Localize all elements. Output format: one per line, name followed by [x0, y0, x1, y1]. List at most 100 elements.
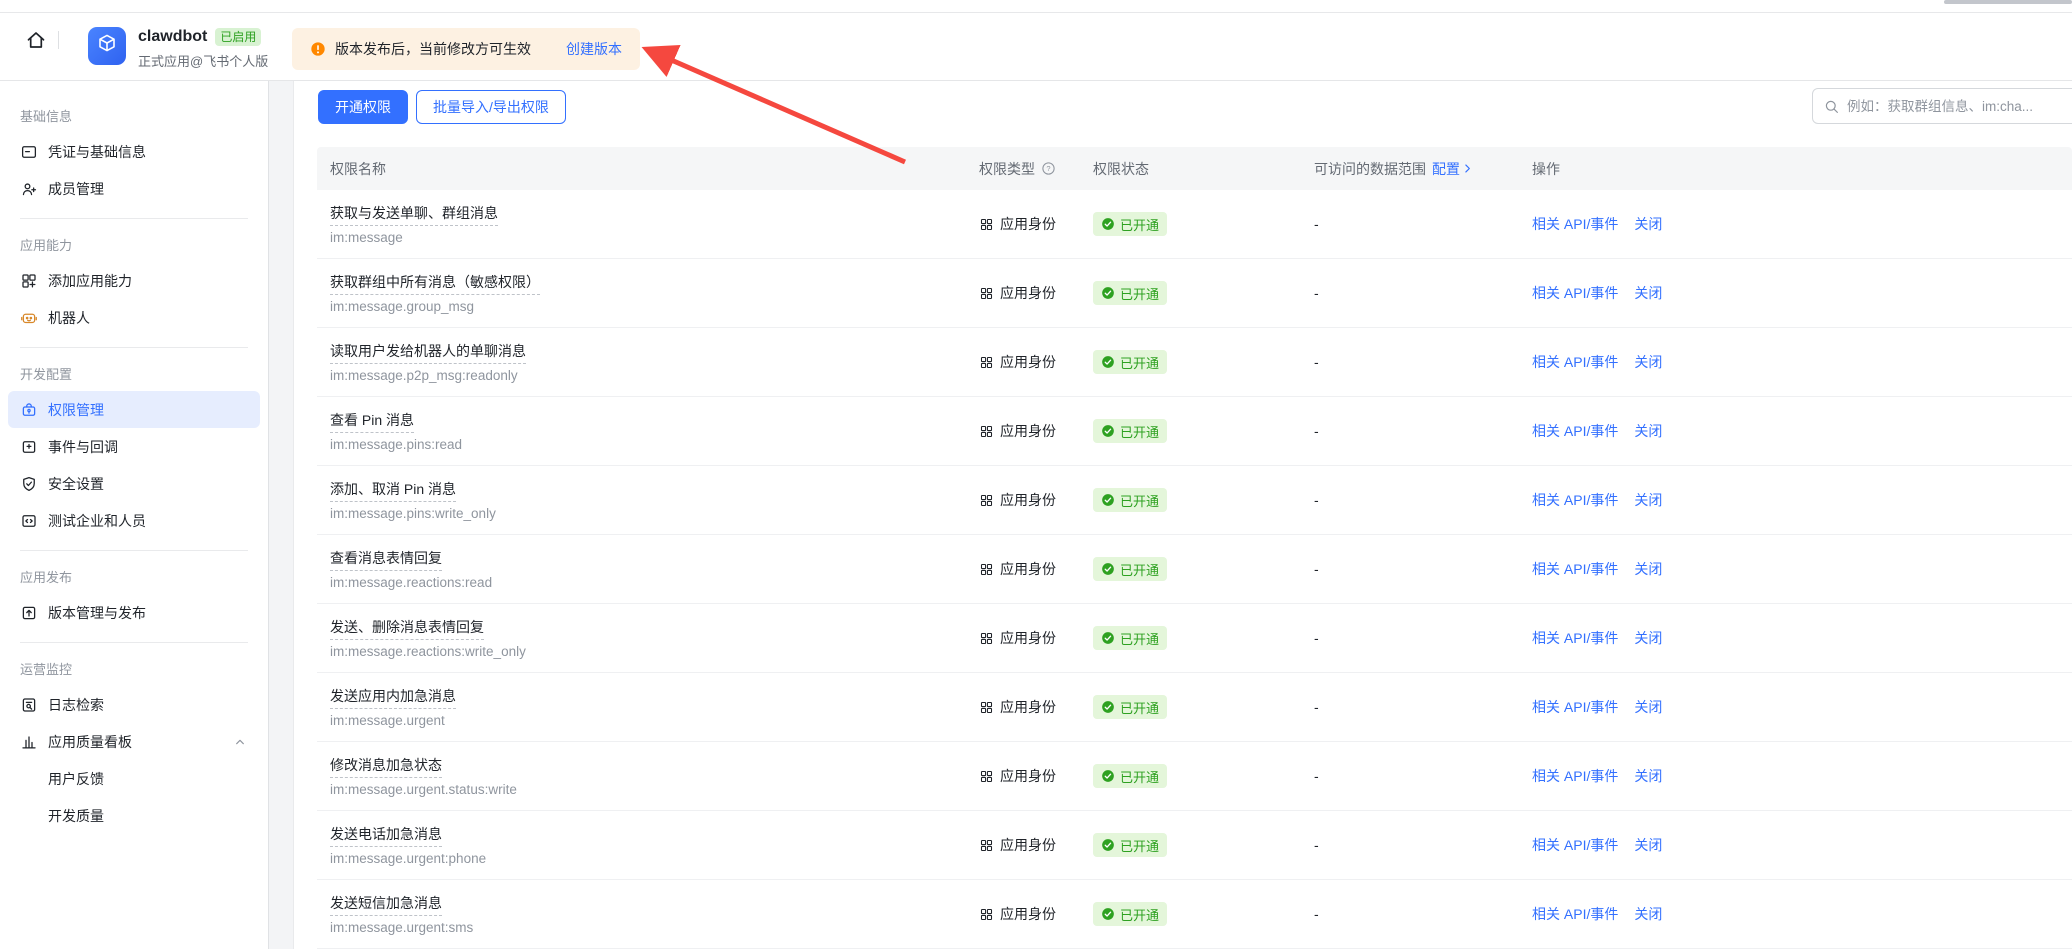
table-row: 获取与发送单聊、群组消息 im:message 应用身份 已开通 [317, 190, 2072, 259]
check-circle-icon [1101, 493, 1115, 507]
permission-title[interactable]: 修改消息加急状态 [330, 755, 442, 778]
close-permission-link[interactable]: 关闭 [1634, 628, 1662, 648]
related-api-link[interactable]: 相关 API/事件 [1532, 490, 1618, 510]
col-permission-status: 权限状态 [1093, 159, 1314, 179]
permission-type-label: 应用身份 [1000, 904, 1056, 924]
permission-status-cell: 已开通 [1093, 833, 1314, 857]
status-badge: 已开通 [1093, 212, 1167, 236]
permission-title[interactable]: 获取群组中所有消息（敏感权限） [330, 272, 540, 295]
permission-title[interactable]: 发送、删除消息表情回复 [330, 617, 484, 640]
event-icon [20, 438, 38, 456]
related-api-link[interactable]: 相关 API/事件 [1532, 835, 1618, 855]
close-permission-link[interactable]: 关闭 [1634, 214, 1662, 234]
permission-code: im:message [330, 230, 979, 245]
sidebar-item-label: 凭证与基础信息 [48, 142, 146, 162]
related-api-link[interactable]: 相关 API/事件 [1532, 628, 1618, 648]
permission-title[interactable]: 查看消息表情回复 [330, 548, 442, 571]
col-permission-type: 权限类型 ? [979, 159, 1093, 179]
check-circle-icon [1101, 700, 1115, 714]
related-api-link[interactable]: 相关 API/事件 [1532, 697, 1618, 717]
related-api-link[interactable]: 相关 API/事件 [1532, 766, 1618, 786]
toolbar: 开通权限 批量导入/导出权限 [294, 81, 2072, 124]
data-scope-cell: - [1314, 492, 1532, 508]
header-divider [58, 31, 59, 49]
app-console-page: clawdbot 已启用 正式应用@飞书个人版 版本发布后，当前修改方可生效 创… [0, 0, 2072, 949]
permission-title[interactable]: 发送电话加急消息 [330, 824, 442, 847]
close-permission-link[interactable]: 关闭 [1634, 559, 1662, 579]
release-icon [20, 604, 38, 622]
related-api-link[interactable]: 相关 API/事件 [1532, 421, 1618, 441]
permission-code: im:message.group_msg [330, 299, 979, 314]
permission-type-cell: 应用身份 [979, 559, 1093, 579]
check-circle-icon [1101, 631, 1115, 645]
sidebar-item[interactable]: 安全设置 [8, 465, 260, 502]
horizontal-scrollbar[interactable] [1944, 0, 2072, 4]
permission-type-cell: 应用身份 [979, 628, 1093, 648]
permission-search[interactable] [1812, 88, 2072, 124]
related-api-link[interactable]: 相关 API/事件 [1532, 214, 1618, 234]
sidebar-item[interactable]: 凭证与基础信息 [8, 133, 260, 170]
permission-code: im:message.urgent:phone [330, 851, 979, 866]
search-input[interactable] [1847, 99, 2072, 114]
permission-type-cell: 应用身份 [979, 214, 1093, 234]
close-permission-link[interactable]: 关闭 [1634, 421, 1662, 441]
sidebar-gutter[interactable] [268, 81, 294, 949]
actions-cell: 相关 API/事件 关闭 [1532, 904, 2072, 924]
batch-import-export-button[interactable]: 批量导入/导出权限 [416, 90, 566, 124]
sidebar-item[interactable]: 事件与回调 [8, 428, 260, 465]
open-permission-button[interactable]: 开通权限 [318, 90, 408, 124]
sidebar-item[interactable]: 权限管理 [8, 391, 260, 428]
close-permission-link[interactable]: 关闭 [1634, 352, 1662, 372]
close-permission-link[interactable]: 关闭 [1634, 283, 1662, 303]
sidebar-item-label: 添加应用能力 [48, 271, 132, 291]
related-api-link[interactable]: 相关 API/事件 [1532, 559, 1618, 579]
credential-icon [20, 143, 38, 161]
sidebar-item[interactable]: 测试企业和人员 [8, 502, 260, 539]
permission-name-cell: 发送应用内加急消息 im:message.urgent [330, 686, 979, 728]
banner-text: 版本发布后，当前修改方可生效 [335, 39, 531, 59]
sidebar-item[interactable]: 应用质量看板 [8, 723, 260, 760]
sidebar-nav: 基础信息凭证与基础信息成员管理应用能力添加应用能力机器人开发配置权限管理事件与回… [0, 81, 268, 949]
permission-title[interactable]: 添加、取消 Pin 消息 [330, 479, 456, 502]
permission-code: im:message.pins:read [330, 437, 979, 452]
related-api-link[interactable]: 相关 API/事件 [1532, 283, 1618, 303]
create-version-link[interactable]: 创建版本 [566, 39, 622, 59]
close-permission-link[interactable]: 关闭 [1634, 766, 1662, 786]
permission-status-cell: 已开通 [1093, 350, 1314, 374]
grid-icon [979, 838, 994, 853]
question-icon[interactable]: ? [1041, 161, 1056, 176]
permission-type-cell: 应用身份 [979, 697, 1093, 717]
related-api-link[interactable]: 相关 API/事件 [1532, 352, 1618, 372]
app-name: clawdbot [138, 28, 207, 46]
data-scope-cell: - [1314, 354, 1532, 370]
related-api-link[interactable]: 相关 API/事件 [1532, 904, 1618, 924]
sidebar-subitem[interactable]: 开发质量 [8, 797, 260, 834]
close-permission-link[interactable]: 关闭 [1634, 490, 1662, 510]
sidebar-item[interactable]: 机器人 [8, 299, 260, 336]
sidebar-item[interactable]: 成员管理 [8, 170, 260, 207]
chevron-up-icon[interactable] [232, 734, 248, 750]
permission-type-cell: 应用身份 [979, 766, 1093, 786]
shield-icon [20, 475, 38, 493]
sidebar-item[interactable]: 添加应用能力 [8, 262, 260, 299]
permission-title[interactable]: 发送应用内加急消息 [330, 686, 456, 709]
sidebar-item-label: 机器人 [48, 308, 90, 328]
table-row: 查看 Pin 消息 im:message.pins:read 应用身份 已开通 [317, 397, 2072, 466]
close-permission-link[interactable]: 关闭 [1634, 835, 1662, 855]
check-circle-icon [1101, 286, 1115, 300]
permission-title[interactable]: 查看 Pin 消息 [330, 410, 414, 433]
close-permission-link[interactable]: 关闭 [1634, 697, 1662, 717]
close-permission-link[interactable]: 关闭 [1634, 904, 1662, 924]
permission-title[interactable]: 读取用户发给机器人的单聊消息 [330, 341, 526, 364]
sidebar-item[interactable]: 日志检索 [8, 686, 260, 723]
sidebar-section-title: 运营监控 [0, 654, 268, 686]
permission-title[interactable]: 获取与发送单聊、群组消息 [330, 203, 498, 226]
sidebar-subitem[interactable]: 用户反馈 [8, 760, 260, 797]
configure-link[interactable]: 配置 [1432, 159, 1473, 179]
app-header: clawdbot 已启用 正式应用@飞书个人版 版本发布后，当前修改方可生效 创… [0, 14, 2072, 81]
sidebar-item[interactable]: 版本管理与发布 [8, 594, 260, 631]
grid-icon [979, 631, 994, 646]
permission-title[interactable]: 发送短信加急消息 [330, 893, 442, 916]
home-icon[interactable] [24, 28, 48, 52]
data-scope-cell: - [1314, 630, 1532, 646]
